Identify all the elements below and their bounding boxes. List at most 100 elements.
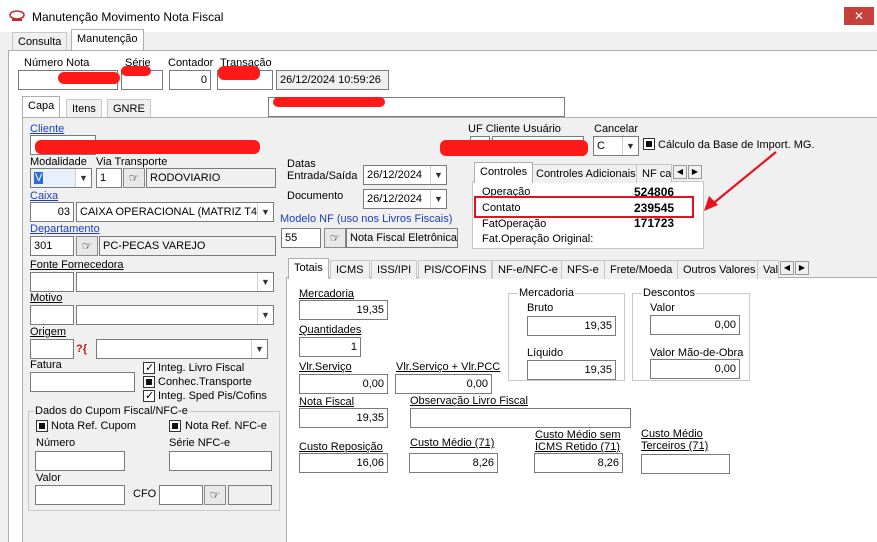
tab-val[interactable]: Val xyxy=(757,260,779,279)
origem-code[interactable] xyxy=(30,339,74,359)
tab-frete-moeda[interactable]: Frete/Moeda xyxy=(604,260,679,279)
nota-ref-nfce-checkbox[interactable] xyxy=(169,420,181,432)
entrada-saida-date[interactable]: 26/12/2024 ▼ xyxy=(363,165,447,185)
motivo-code[interactable] xyxy=(30,305,74,325)
title-bar: Manutenção Movimento Nota Fiscal ✕ xyxy=(0,0,877,32)
tab-iss-ipi[interactable]: ISS/IPI xyxy=(371,260,418,279)
fonte-fornecedora-label[interactable]: Fonte Fornecedora xyxy=(30,259,124,271)
custo-reposicao-label[interactable]: Custo Reposição xyxy=(299,441,383,453)
origem-select[interactable]: ▼ xyxy=(96,339,268,359)
chevron-left-icon: ◀ xyxy=(783,263,791,272)
motivo-label[interactable]: Motivo xyxy=(30,292,62,304)
totais-tab-scroll-right[interactable]: ▶ xyxy=(795,261,809,275)
quantidades-value: 1 xyxy=(299,337,361,357)
tab-gnre[interactable]: GNRE xyxy=(107,99,151,118)
pointing-hand-icon: ☞ xyxy=(128,171,140,185)
custo-medio-sem-icms-label-1[interactable]: Custo Médio sem xyxy=(535,429,621,441)
tab-controles[interactable]: Controles xyxy=(474,162,534,183)
chevron-down-icon: ▼ xyxy=(430,166,446,184)
tab-nf-ca[interactable]: NF ca xyxy=(636,164,672,183)
via-transporte-lookup-button[interactable]: ☞ xyxy=(123,168,145,188)
liquido-value: 19,35 xyxy=(527,360,616,380)
pointing-hand-icon: ☞ xyxy=(209,488,221,502)
custo-medio-sem-icms-label-2[interactable]: ICMS Retido (71) xyxy=(535,441,620,453)
cliente-label[interactable]: Cliente xyxy=(30,123,64,135)
tab-icms[interactable]: ICMS xyxy=(330,260,370,279)
custo-medio-terceiros-label-1[interactable]: Custo Médio xyxy=(641,428,703,440)
vlr-servico-pcc-label[interactable]: Vlr.Serviço + Vlr.PCC xyxy=(396,361,500,373)
nota-ref-cupom-checkbox[interactable] xyxy=(36,420,48,432)
tab-nfse[interactable]: NFS-e xyxy=(561,260,605,279)
fonte-fornecedora-select[interactable]: ▼ xyxy=(76,272,274,292)
cancelar-select[interactable]: C ▼ xyxy=(593,136,639,156)
mercadoria-label[interactable]: Mercadoria xyxy=(299,288,354,300)
caixa-select[interactable]: CAIXA OPERACIONAL (MATRIZ T4: ▼ xyxy=(76,202,274,222)
vlr-servico-value: 0,00 xyxy=(299,374,388,394)
origem-label[interactable]: Origem xyxy=(30,326,66,338)
custo-reposicao-value: 16,06 xyxy=(299,453,388,473)
modalidade-select[interactable]: V ▼ xyxy=(30,168,92,188)
conhec-transporte-checkbox[interactable] xyxy=(143,376,155,388)
nota-ref-cupom-label: Nota Ref. Cupom xyxy=(51,420,136,432)
departamento-code[interactable]: 301 xyxy=(30,236,74,256)
modelo-nf-lookup-button[interactable]: ☞ xyxy=(324,228,346,248)
tab-itens[interactable]: Itens xyxy=(66,99,102,118)
via-transporte-code[interactable]: 1 xyxy=(96,168,122,188)
cupom-valor-field[interactable] xyxy=(35,485,125,505)
controles-tab-scroll-left[interactable]: ◀ xyxy=(673,165,687,179)
modelo-nf-code[interactable]: 55 xyxy=(281,228,321,248)
documento-date[interactable]: 26/12/2024 ▼ xyxy=(363,189,447,209)
obs-livro-field[interactable] xyxy=(410,408,631,428)
tab-capa[interactable]: Capa xyxy=(22,96,61,117)
nota-fiscal-label[interactable]: Nota Fiscal xyxy=(299,396,354,408)
tab-consulta[interactable]: Consulta xyxy=(12,32,68,51)
custo-medio-terceiros-label-2[interactable]: Terceiros (71) xyxy=(641,440,708,452)
departamento-label[interactable]: Departamento xyxy=(30,223,100,235)
bruto-label: Bruto xyxy=(527,302,554,314)
quantidades-label[interactable]: Quantidades xyxy=(299,324,361,336)
integ-livro-fiscal-checkbox[interactable] xyxy=(143,361,155,374)
chevron-down-icon: ▼ xyxy=(257,273,273,291)
via-transporte-label: Via Transporte xyxy=(96,156,168,168)
entrada-saida-value: 26/12/2024 xyxy=(367,169,423,181)
custo-medio-label[interactable]: Custo Médio (71) xyxy=(410,437,494,449)
close-button[interactable]: ✕ xyxy=(844,7,874,25)
departamento-lookup-button[interactable]: ☞ xyxy=(76,236,98,256)
contador-field[interactable]: 0 xyxy=(169,70,211,90)
cupom-numero-field[interactable] xyxy=(35,451,125,471)
mercadoria-group-title: Mercadoria xyxy=(518,287,576,299)
caixa-code[interactable]: 03 xyxy=(30,202,74,222)
calculo-base-checkbox[interactable] xyxy=(643,138,655,150)
totais-tab-scroll-left[interactable]: ◀ xyxy=(780,261,794,275)
tab-pis-cofins[interactable]: PIS/COFINS xyxy=(418,260,493,279)
fatoperacao-label: FatOperação xyxy=(482,218,547,230)
motivo-select[interactable]: ▼ xyxy=(76,305,274,325)
fatoperacao-value: 171723 xyxy=(634,216,675,230)
chevron-right-icon: ▶ xyxy=(691,167,699,176)
bruto-value: 19,35 xyxy=(527,316,616,336)
redaction-description xyxy=(273,97,385,107)
documento-value: 26/12/2024 xyxy=(367,193,423,205)
fonte-fornecedora-code[interactable] xyxy=(30,272,74,292)
integ-sped-checkbox[interactable] xyxy=(143,389,155,402)
tab-nfe-nfce[interactable]: NF-e/NFC-e xyxy=(492,260,564,279)
chevron-left-icon: ◀ xyxy=(676,167,684,176)
obs-livro-label[interactable]: Observação Livro Fiscal xyxy=(410,395,528,407)
tab-controles-adicionais[interactable]: Controles Adicionais xyxy=(530,164,642,183)
caixa-label[interactable]: Caixa xyxy=(30,190,58,202)
caixa-desc: CAIXA OPERACIONAL (MATRIZ T4: xyxy=(80,206,261,218)
annotation-arrow xyxy=(704,151,777,211)
tab-outros-valores[interactable]: Outros Valores xyxy=(677,260,762,279)
origem-help-button[interactable]: ?{ xyxy=(76,339,96,359)
nota-fiscal-value: 19,35 xyxy=(299,408,388,428)
tab-manutencao[interactable]: Manutenção xyxy=(71,29,144,50)
highlight-box xyxy=(474,196,694,218)
cfo-field[interactable] xyxy=(159,485,203,505)
cfo-lookup-button[interactable]: ☞ xyxy=(204,485,226,505)
fatura-field[interactable] xyxy=(30,372,135,392)
desc-valor-value: 0,00 xyxy=(650,315,740,335)
tab-totais[interactable]: Totais xyxy=(288,258,329,279)
vlr-servico-label[interactable]: Vlr.Serviço xyxy=(299,361,352,373)
serie-nfce-field[interactable] xyxy=(169,451,272,471)
redaction-transacao xyxy=(218,66,260,80)
